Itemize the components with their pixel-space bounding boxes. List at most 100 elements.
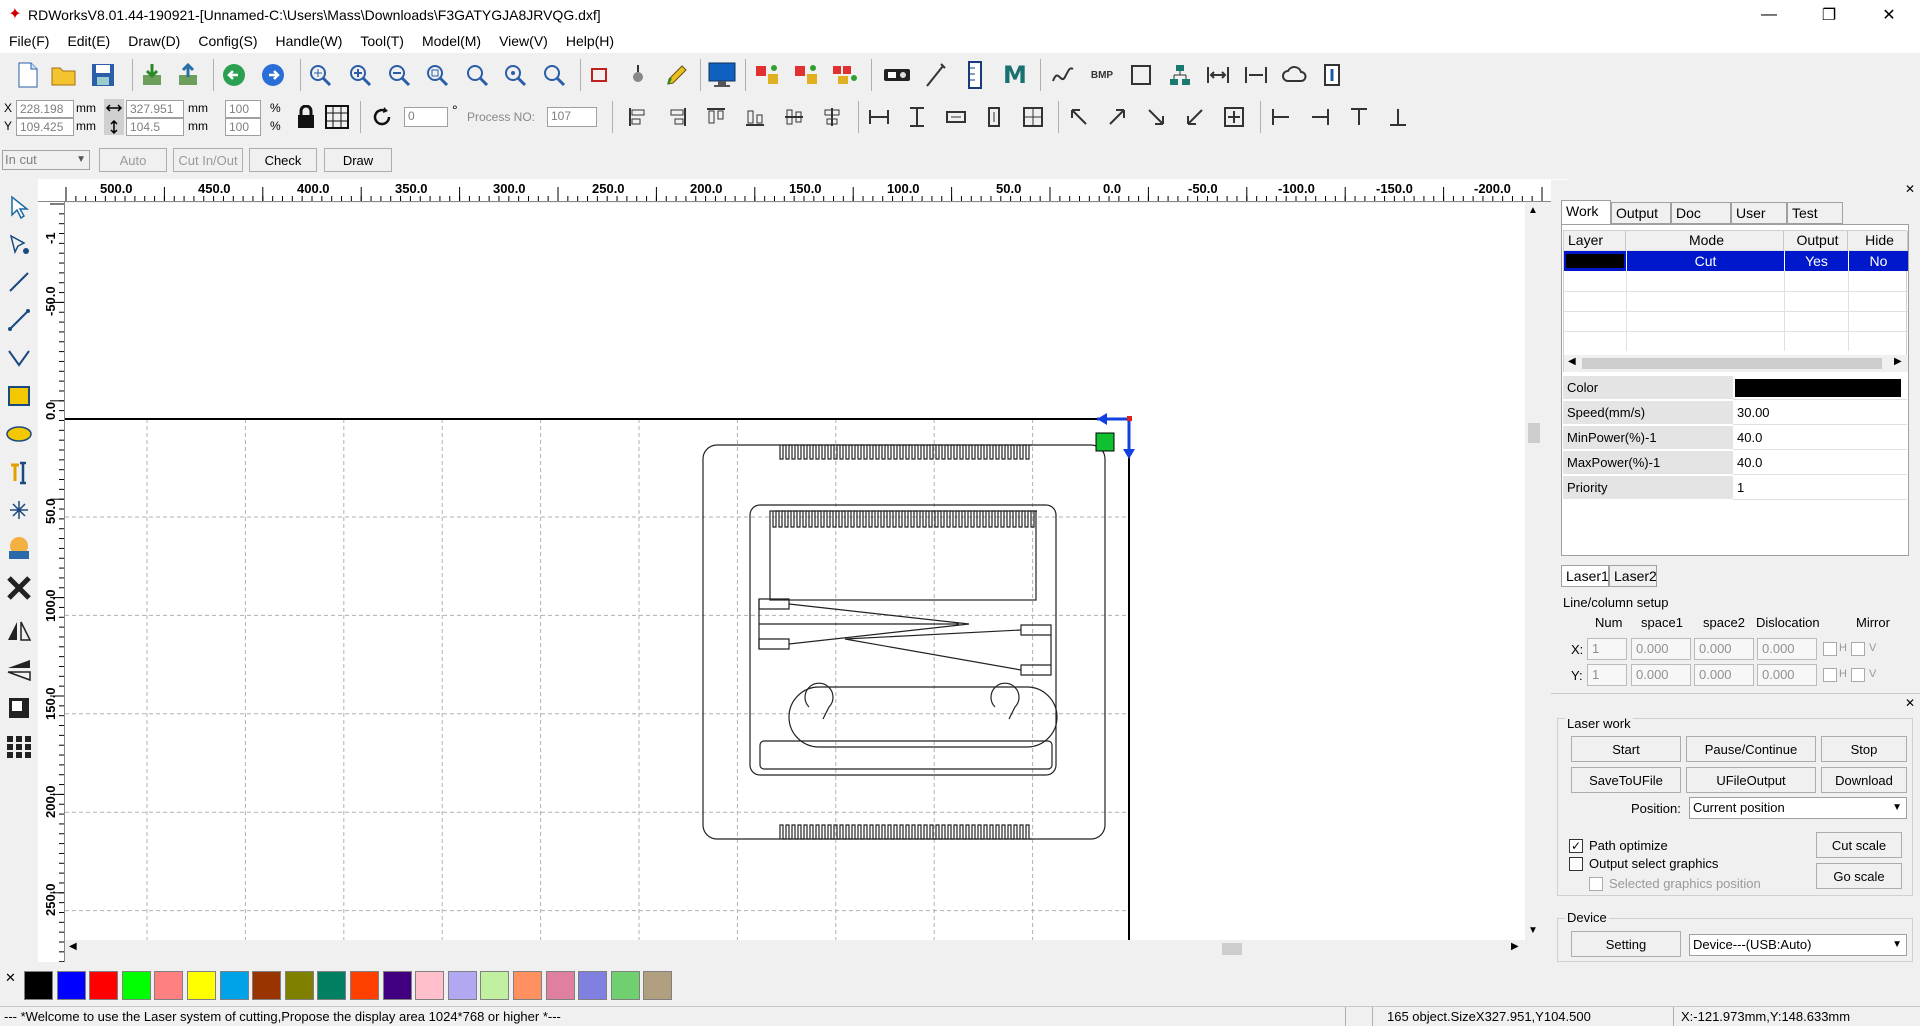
table-row[interactable]: Cut Yes No	[1564, 251, 1908, 271]
lc-x-mirror-v-checkbox[interactable]	[1851, 642, 1865, 656]
grid-position-icon[interactable]	[323, 102, 351, 132]
zoom-page-icon[interactable]	[462, 60, 492, 90]
move-topright-icon[interactable]	[1102, 102, 1132, 132]
layer-table-hscrollbar[interactable]: ◀ ▶	[1564, 355, 1908, 372]
mirror-horizontal-icon[interactable]	[4, 616, 34, 646]
vertical-scroll-thumb[interactable]	[1528, 423, 1540, 443]
scroll-left-icon[interactable]: ◀	[1568, 356, 1576, 367]
laser-beam-icon[interactable]	[920, 60, 950, 90]
zoom-in-icon[interactable]	[345, 60, 375, 90]
zoom-window-icon[interactable]	[422, 60, 452, 90]
import-icon[interactable]	[137, 60, 167, 90]
lc-y-num-input[interactable]: 1	[1587, 664, 1627, 686]
align-right-icon[interactable]	[662, 102, 692, 132]
color-swatch[interactable]	[447, 971, 477, 1000]
layout-tool-icon[interactable]	[4, 693, 34, 723]
device-select[interactable]: Device---(USB:Auto) ▼	[1689, 934, 1907, 956]
color-swatch[interactable]	[24, 971, 53, 1000]
start-button[interactable]: Start	[1571, 736, 1681, 762]
ellipse-tool-icon[interactable]	[4, 419, 34, 449]
open-folder-icon[interactable]	[49, 60, 79, 90]
check-button[interactable]: Check	[249, 148, 317, 172]
layer-panel-close-icon[interactable]: ✕	[1905, 182, 1915, 196]
save-icon[interactable]	[88, 60, 118, 90]
color-swatch[interactable]	[545, 971, 575, 1000]
cut-scale-button[interactable]: Cut scale	[1816, 832, 1902, 858]
palette-close-icon[interactable]: ✕	[5, 970, 16, 986]
bitmap-tool-icon[interactable]	[4, 533, 34, 563]
menu-model[interactable]: Model(M)	[413, 29, 490, 53]
align-left-icon[interactable]	[623, 102, 653, 132]
array-grid-icon[interactable]	[4, 732, 34, 762]
distribute-horizontal-icon[interactable]	[1203, 60, 1233, 90]
multi-array-icon[interactable]	[830, 60, 860, 90]
laser-head-icon[interactable]	[623, 60, 653, 90]
y-position-input[interactable]: 109.425	[16, 118, 74, 136]
scroll-left-icon[interactable]: ◀	[69, 941, 77, 952]
ufile-output-button[interactable]: UFileOutput	[1686, 767, 1816, 793]
tab-laser2[interactable]: Laser2	[1609, 565, 1657, 587]
color-swatch[interactable]	[382, 971, 412, 1000]
lock-size-toggle[interactable]	[104, 99, 124, 135]
align-vcenter-icon[interactable]	[817, 102, 847, 132]
polyline-tool-icon[interactable]	[4, 305, 34, 335]
move-bottomright-icon[interactable]	[1141, 102, 1171, 132]
color-swatch[interactable]	[578, 971, 608, 1000]
mirror-page-icon[interactable]	[1318, 60, 1348, 90]
color-swatch[interactable]	[480, 971, 510, 1000]
same-size-icon[interactable]	[1018, 102, 1048, 132]
pause-continue-button[interactable]: Pause/Continue	[1686, 736, 1816, 762]
cut-in-out-button[interactable]: Cut In/Out	[173, 148, 243, 172]
curve-tool-icon[interactable]	[4, 343, 34, 373]
draw-button[interactable]: Draw	[324, 148, 392, 172]
close-window-button[interactable]: ✕	[1866, 0, 1912, 29]
menu-file[interactable]: File(F)	[0, 29, 58, 53]
dot-tool-icon[interactable]	[4, 495, 34, 525]
tab-user[interactable]: User	[1731, 202, 1787, 224]
undo-icon[interactable]	[219, 60, 249, 90]
lc-y-space2-input[interactable]: 0.000	[1694, 664, 1754, 686]
prop-value[interactable]	[1733, 376, 1907, 400]
align-page-bottom-icon[interactable]	[1383, 102, 1413, 132]
color-swatch[interactable]	[187, 971, 216, 1000]
lc-x-mirror-h-checkbox[interactable]	[1823, 642, 1837, 656]
bmp-icon[interactable]: BMP	[1087, 60, 1117, 90]
menu-draw[interactable]: Draw(D)	[119, 29, 189, 53]
minimize-button[interactable]: —	[1746, 0, 1792, 29]
selected-graphics-position-checkbox[interactable]	[1589, 877, 1603, 891]
scroll-up-icon[interactable]: ▲	[1528, 205, 1538, 216]
width-input[interactable]: 327.951	[126, 100, 184, 118]
align-top-icon[interactable]	[701, 102, 731, 132]
tab-laser1[interactable]: Laser1	[1561, 565, 1609, 587]
pen-tool-icon[interactable]	[662, 60, 692, 90]
zoom-out-icon[interactable]	[384, 60, 414, 90]
lc-x-dislocation-input[interactable]: 0.000	[1757, 638, 1817, 660]
scroll-right-icon[interactable]: ▶	[1894, 356, 1902, 367]
color-swatch[interactable]	[219, 971, 249, 1000]
export-icon[interactable]	[173, 60, 203, 90]
x-position-input[interactable]: 228.198	[16, 100, 74, 118]
prop-value[interactable]: 30.00	[1733, 401, 1907, 425]
ruler-icon[interactable]	[960, 60, 990, 90]
equal-spacing-v-icon[interactable]	[902, 102, 932, 132]
canvas-vertical-scrollbar[interactable]: ▲ ▼	[1525, 203, 1542, 940]
lock-icon[interactable]	[292, 102, 320, 132]
menu-edit[interactable]: Edit(E)	[58, 29, 119, 53]
prop-value[interactable]: 40.0	[1733, 451, 1907, 475]
rotate-icon[interactable]	[368, 102, 396, 132]
cloud-icon[interactable]	[1280, 60, 1310, 90]
same-height-icon[interactable]	[979, 102, 1009, 132]
projector-icon[interactable]	[882, 60, 912, 90]
redo-icon[interactable]	[258, 60, 288, 90]
scroll-right-icon[interactable]: ▶	[1511, 941, 1519, 952]
menu-help[interactable]: Help(H)	[557, 29, 623, 53]
menu-config[interactable]: Config(S)	[189, 29, 266, 53]
lc-y-space1-input[interactable]: 0.000	[1631, 664, 1691, 686]
rectangle-tool-icon[interactable]	[4, 381, 34, 411]
mirror-vertical-icon[interactable]	[4, 655, 34, 685]
canvas-horizontal-scrollbar[interactable]: ◀ ▶	[65, 940, 1525, 957]
tab-test[interactable]: Test	[1787, 202, 1843, 224]
align-hcenter-icon[interactable]	[779, 102, 809, 132]
color-swatch[interactable]	[154, 971, 184, 1000]
device-setting-button[interactable]: Setting	[1571, 931, 1681, 957]
